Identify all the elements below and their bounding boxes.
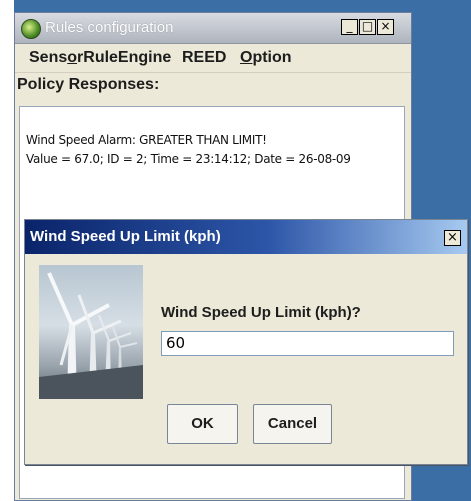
- menu-label-part: ption: [252, 49, 292, 66]
- menu-sensor-rule-engine[interactable]: SensorRuleEngine: [29, 49, 171, 67]
- dialog-title: Wind Speed Up Limit (kph): [30, 228, 221, 245]
- response-line: Wind Speed Alarm: GREATER THAN LIMIT!: [26, 133, 267, 147]
- wind-turbines-image: [39, 265, 143, 399]
- speed-limit-input[interactable]: 60: [161, 331, 454, 356]
- menu-reed[interactable]: REED: [182, 49, 226, 67]
- dialog-titlebar[interactable]: Wind Speed Up Limit (kph) ×: [25, 220, 467, 254]
- desktop-background-left: [0, 0, 14, 501]
- window-title: Rules configuration: [45, 19, 174, 36]
- menubar: SensorRuleEngine REED Option: [15, 44, 411, 73]
- dialog-close-button[interactable]: ×: [444, 230, 461, 246]
- cancel-button[interactable]: Cancel: [253, 404, 332, 444]
- response-line: Value = 67.0; ID = 2; Time = 23:14:12; D…: [26, 152, 351, 166]
- menu-mnemonic: O: [240, 49, 253, 66]
- wind-turbines-icon: [39, 272, 143, 399]
- close-button[interactable]: ×: [377, 19, 394, 35]
- ok-button[interactable]: OK: [167, 404, 238, 444]
- prompt-label: Wind Speed Up Limit (kph)?: [161, 304, 361, 321]
- wind-speed-limit-dialog: Wind Speed Up Limit (kph) × Wind Speed U…: [24, 219, 468, 465]
- app-turtle-icon: [21, 19, 41, 39]
- menu-label-part: rRuleEngine: [77, 49, 172, 66]
- maximize-button[interactable]: □: [359, 19, 376, 35]
- menu-mnemonic: o: [67, 49, 78, 66]
- policy-responses-label: Policy Responses:: [17, 76, 160, 93]
- minimize-button[interactable]: _: [341, 19, 358, 35]
- menu-option[interactable]: Option: [240, 49, 292, 67]
- main-titlebar[interactable]: Rules configuration _ □ ×: [15, 13, 411, 44]
- menu-label-part: Sens: [29, 49, 68, 66]
